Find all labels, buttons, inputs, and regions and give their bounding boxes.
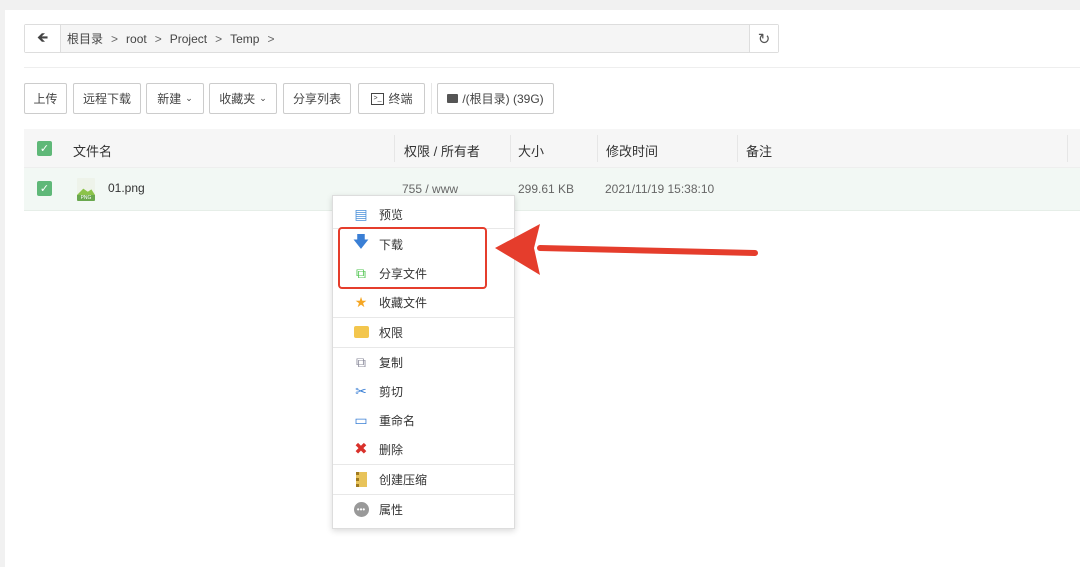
menu-item-compress[interactable]: 创建压缩 — [333, 465, 514, 493]
preview-icon: ▤ — [354, 205, 368, 222]
upload-button[interactable]: 上传 — [24, 83, 67, 114]
delete-x-icon: ✖ — [354, 441, 368, 458]
breadcrumb-item[interactable]: root — [126, 32, 147, 46]
scissors-icon: ✂ — [355, 382, 367, 399]
column-mtime[interactable]: 修改时间 — [606, 141, 658, 160]
share-list-label: 分享列表 — [292, 92, 341, 106]
disk-label: /(根目录) (39G) — [462, 92, 544, 106]
back-button[interactable]: 🡸 — [25, 25, 61, 52]
menu-item-rename[interactable]: ▭ 重命名 — [333, 406, 514, 434]
select-all-checkbox[interactable]: ✓ — [37, 141, 52, 156]
upload-label: 上传 — [33, 92, 58, 106]
zip-icon — [353, 471, 369, 487]
terminal-button[interactable]: >_ 终端 — [358, 83, 425, 114]
terminal-label: 终端 — [388, 92, 413, 106]
menu-item-copy[interactable]: ⧉ 复制 — [333, 348, 514, 376]
menu-label: 预览 — [379, 207, 404, 222]
menu-label: 创建压缩 — [379, 472, 428, 487]
favorites-label: 收藏夹 — [219, 92, 256, 106]
menu-item-favorite[interactable]: ★ 收藏文件 — [333, 288, 514, 316]
table-row[interactable]: ✓ PNG 01.png 755 / www 299.61 KB 2021/11… — [24, 168, 1080, 211]
disk-icon — [447, 94, 459, 103]
row-checkbox[interactable]: ✓ — [37, 181, 52, 196]
star-icon: ★ — [354, 293, 368, 310]
column-divider — [597, 135, 598, 162]
column-note[interactable]: 备注 — [746, 141, 772, 160]
menu-item-cut[interactable]: ✂ 剪切 — [333, 377, 514, 405]
chevron-right-icon: > — [267, 31, 275, 46]
arrow-left-icon: 🡸 — [36, 28, 49, 45]
highlight-box — [338, 227, 487, 289]
new-button[interactable]: 新建 ⌄ — [146, 83, 204, 114]
file-perm[interactable]: 755 / www — [402, 182, 458, 196]
menu-label: 复制 — [379, 355, 404, 370]
file-name[interactable]: 01.png — [108, 181, 145, 195]
folder-key-icon — [353, 324, 369, 340]
refresh-icon: ↻ — [757, 30, 771, 48]
column-divider — [1067, 135, 1068, 162]
refresh-button[interactable]: ↻ — [749, 25, 778, 52]
rename-icon: ▭ — [354, 411, 368, 428]
file-mtime: 2021/11/19 15:38:10 — [605, 182, 715, 196]
chevron-right-icon: > — [154, 31, 162, 46]
menu-item-properties[interactable]: ••• 属性 — [333, 495, 514, 523]
copy-icon: ⧉ — [356, 353, 366, 370]
menu-label: 收藏文件 — [379, 295, 428, 310]
annotation-arrow — [495, 224, 758, 275]
chevron-right-icon: > — [111, 31, 119, 46]
chevron-right-icon: > — [215, 31, 223, 46]
menu-label: 剪切 — [379, 384, 404, 399]
terminal-icon: >_ — [370, 92, 385, 105]
more-dots-icon: ••• — [353, 501, 369, 517]
menu-label: 属性 — [379, 502, 404, 517]
breadcrumb-item[interactable]: Temp — [230, 32, 259, 46]
disk-button[interactable]: /(根目录) (39G) — [437, 83, 554, 114]
breadcrumb: 🡸 根目录 > root > Project > Temp > ↻ — [24, 24, 779, 53]
png-file-icon: PNG — [77, 178, 95, 201]
breadcrumb-item[interactable]: 根目录 — [67, 30, 103, 47]
favorites-button[interactable]: 收藏夹 ⌄ — [209, 83, 277, 114]
chevron-down-icon: ⌄ — [259, 93, 267, 103]
menu-label: 权限 — [379, 325, 404, 340]
share-list-button[interactable]: 分享列表 — [283, 83, 351, 114]
column-name[interactable]: 文件名 — [73, 141, 112, 160]
column-divider — [394, 135, 395, 162]
menu-item-permission[interactable]: 权限 — [333, 318, 514, 346]
chevron-down-icon: ⌄ — [185, 93, 193, 103]
menu-label: 删除 — [379, 442, 404, 457]
breadcrumb-item[interactable]: Project — [170, 32, 207, 46]
column-divider — [510, 135, 511, 162]
column-perm[interactable]: 权限 / 所有者 — [404, 141, 480, 160]
table-header: ✓ 文件名 权限 / 所有者 大小 修改时间 备注 — [24, 129, 1080, 168]
remote-download-label: 远程下载 — [82, 92, 131, 106]
menu-item-delete[interactable]: ✖ 删除 — [333, 435, 514, 463]
toolbar-divider — [431, 83, 432, 114]
file-size: 299.61 KB — [518, 182, 575, 196]
new-label: 新建 — [157, 92, 182, 106]
menu-label: 重命名 — [379, 413, 416, 428]
remote-download-button[interactable]: 远程下载 — [73, 83, 141, 114]
column-divider — [737, 135, 738, 162]
column-size[interactable]: 大小 — [518, 141, 544, 160]
menu-item-preview[interactable]: ▤ 预览 — [333, 200, 514, 228]
divider — [24, 67, 1080, 68]
